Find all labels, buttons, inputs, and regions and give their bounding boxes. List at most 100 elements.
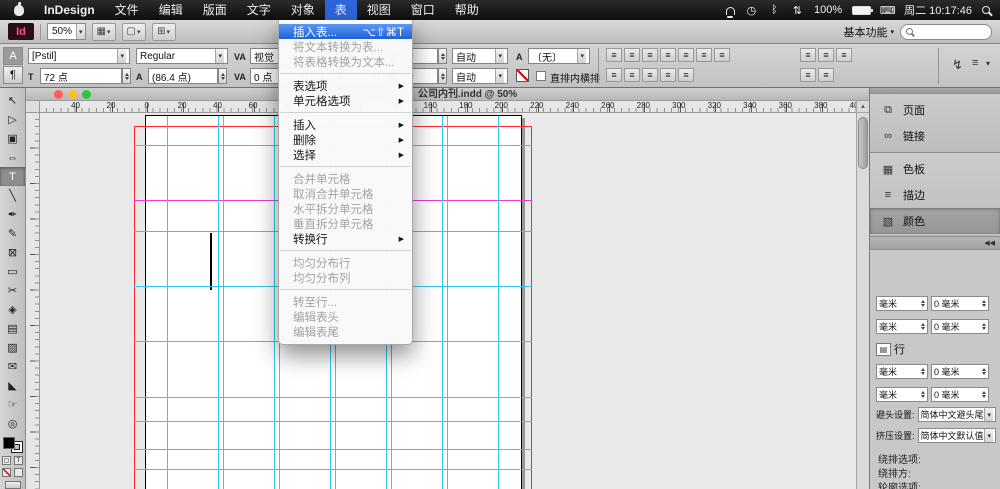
stepper-down-icon[interactable] (921, 304, 925, 307)
scissors-tool[interactable]: ✂ (0, 281, 25, 300)
side-panel-select[interactable]: 简体中文避头尾▾ (918, 407, 996, 422)
unit-field[interactable]: 0 毫米 (931, 364, 989, 379)
justify-all-button[interactable]: ≡ (714, 48, 730, 62)
menubar-item-5[interactable]: 对象 (281, 0, 325, 20)
stepper[interactable] (919, 391, 925, 398)
menubar-item-6[interactable]: 表 (325, 0, 357, 20)
time-machine-icon[interactable]: ◷ (745, 3, 758, 17)
ruler-guide[interactable] (134, 397, 532, 398)
unit-field[interactable]: 毫米 (876, 364, 928, 379)
leading-stepper[interactable] (218, 68, 227, 84)
window-minimize-button[interactable] (68, 90, 77, 99)
apply-color-button[interactable] (14, 468, 23, 477)
stepper[interactable] (980, 391, 986, 398)
zoom-tool[interactable]: ◎ (0, 414, 25, 433)
stepper-down-icon[interactable] (921, 395, 925, 398)
auto-kerning-select[interactable]: 自动▾ (452, 68, 508, 84)
character-style-select[interactable]: [Pstil]▾ (28, 48, 130, 64)
hand-tool[interactable]: ☞ (0, 395, 25, 414)
workspace-switcher[interactable]: 基本功能 ▾ (843, 24, 894, 40)
stepper-up-icon[interactable] (221, 73, 225, 76)
zoom-level-select[interactable]: 50% ▾ (47, 23, 86, 40)
font-style-select[interactable]: Regular▾ (136, 48, 228, 64)
gap-tool[interactable]: ⇔ (0, 148, 25, 167)
stepper-down-icon[interactable] (125, 77, 129, 80)
spotlight-icon[interactable] (982, 6, 990, 14)
stepper[interactable] (919, 323, 925, 330)
stepper-down-icon[interactable] (221, 77, 225, 80)
free-transform-tool[interactable]: ◈ (0, 300, 25, 319)
menubar-clock[interactable]: 周二 10:17:46 (904, 2, 972, 18)
menubar-item-8[interactable]: 窗口 (401, 0, 445, 20)
pen-tool[interactable]: ✒ (0, 205, 25, 224)
view-options-button[interactable]: ▦▾ (92, 23, 116, 41)
indent-left-button[interactable]: ≡ (606, 68, 622, 82)
stepper-down-icon[interactable] (921, 372, 925, 375)
unit-field[interactable]: 毫米 (876, 296, 928, 311)
fill-stroke-proxy[interactable] (3, 437, 23, 453)
unit-field[interactable]: 毫米 (876, 319, 928, 334)
formatting-affects-text-icon[interactable]: T (14, 456, 23, 465)
input-source-icon[interactable]: ⌨ (881, 3, 894, 17)
menu-item-cell-options[interactable]: 单元格选项▶ (279, 93, 412, 108)
battery-icon[interactable] (852, 6, 871, 15)
apple-menu-icon[interactable] (14, 5, 24, 16)
ruler-guide[interactable] (134, 469, 532, 470)
stepper-up-icon[interactable] (441, 53, 445, 56)
side-panel-select[interactable]: 简体中文默认值▾ (918, 428, 996, 443)
vertical-ruler[interactable] (26, 113, 40, 489)
stepper-up-icon[interactable] (921, 300, 925, 303)
align-right-button[interactable]: ≡ (642, 48, 658, 62)
leading-field[interactable]: (86.4 点) (148, 68, 218, 84)
caret-down-icon[interactable]: ▾ (986, 59, 990, 68)
search-field[interactable] (900, 24, 992, 40)
arrange-documents-button[interactable]: ⊞▾ (152, 23, 176, 41)
stepper-down-icon[interactable] (982, 372, 986, 375)
indent-first-line-button[interactable]: ≡ (624, 68, 640, 82)
column-guide[interactable] (223, 116, 224, 489)
column-guide[interactable] (442, 116, 443, 489)
indent-right-button[interactable]: ≡ (642, 68, 658, 82)
column-guide[interactable] (274, 116, 275, 489)
grid-count-stepper-2[interactable] (438, 68, 447, 84)
line-tool[interactable]: ╲ (0, 186, 25, 205)
direct-selection-tool[interactable]: ▷ (0, 110, 25, 129)
menubar-item-2[interactable]: 编辑 (149, 0, 193, 20)
unit-field[interactable]: 毫米 (876, 387, 928, 402)
stepper[interactable] (980, 323, 986, 330)
screen-mode-button[interactable]: ▢▾ (122, 23, 146, 41)
fill-swatch[interactable] (3, 437, 15, 449)
justify-left-button[interactable]: ≡ (660, 48, 676, 62)
menubar-item-9[interactable]: 帮助 (445, 0, 489, 20)
character-formatting-toggle[interactable]: A (3, 47, 23, 65)
quick-apply-lightning-icon[interactable]: ↯ (952, 57, 963, 73)
vertical-align-center-button[interactable]: ≡ (818, 48, 834, 62)
page-tool[interactable]: ▣ (0, 129, 25, 148)
stepper-down-icon[interactable] (982, 395, 986, 398)
stepper-up-icon[interactable] (921, 368, 925, 371)
type-tool[interactable]: T (0, 167, 25, 186)
stepper[interactable] (919, 368, 925, 375)
unit-field[interactable]: 0 毫米 (931, 319, 989, 334)
rectangle-frame-tool[interactable]: ⊠ (0, 243, 25, 262)
column-guide[interactable] (498, 116, 499, 489)
unit-field[interactable]: 0 毫米 (931, 296, 989, 311)
gradient-swatch-tool[interactable]: ▤ (0, 319, 25, 338)
vertical-align-bottom-button[interactable]: ≡ (836, 48, 852, 62)
menubar-item-4[interactable]: 文字 (237, 0, 281, 20)
dock-item-stroke[interactable]: ≡描边 (870, 182, 1000, 208)
stepper-up-icon[interactable] (921, 323, 925, 326)
scrollbar-thumb[interactable] (858, 117, 868, 169)
space-after-button[interactable]: ≡ (678, 68, 694, 82)
grid-align-center-button[interactable]: ≡ (818, 68, 834, 82)
menu-item-insert-table[interactable]: 插入表...⌥⇧⌘T (279, 24, 412, 39)
column-guide[interactable] (167, 116, 168, 489)
font-size-stepper[interactable] (122, 68, 131, 84)
dock-item-links[interactable]: ∞链接 (870, 123, 1000, 149)
stepper-down-icon[interactable] (982, 304, 986, 307)
stepper-down-icon[interactable] (441, 77, 445, 80)
scroll-up-arrow-icon[interactable]: ▲ (857, 101, 869, 113)
align-center-button[interactable]: ≡ (624, 48, 640, 62)
stepper-up-icon[interactable] (125, 73, 129, 76)
panel-menu-icon[interactable]: ≡ (972, 57, 978, 69)
